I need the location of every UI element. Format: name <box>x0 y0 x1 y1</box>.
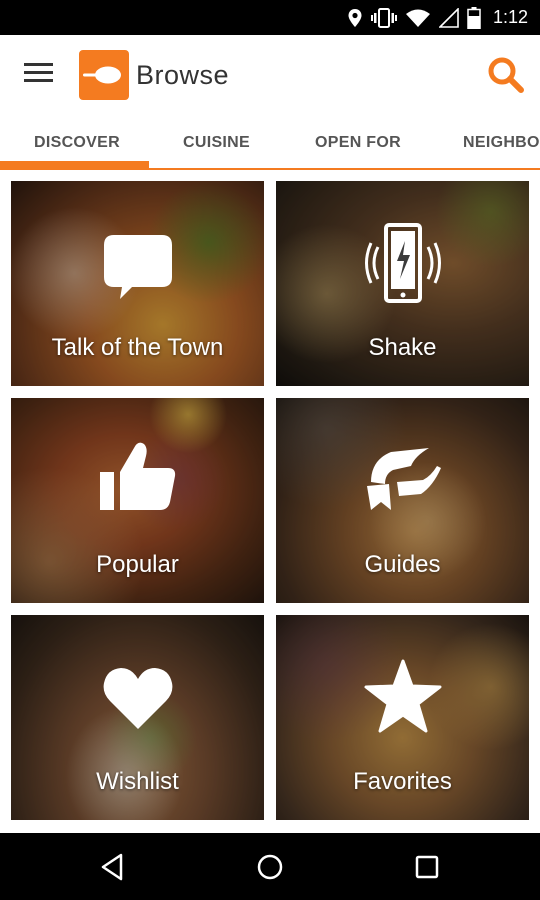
battery-icon <box>467 6 481 29</box>
home-icon[interactable] <box>254 851 286 883</box>
tab-neighborhood[interactable]: NEIGHBOR <box>463 134 540 152</box>
vibrate-icon <box>370 7 397 28</box>
app-bar: Browse <box>0 35 540 117</box>
tile-talk-of-the-town[interactable]: Talk of the Town <box>11 181 264 386</box>
back-icon[interactable] <box>97 851 129 883</box>
tab-cuisine[interactable]: CUISINE <box>183 134 250 152</box>
tile-label: Talk of the Town <box>51 334 224 361</box>
tile-popular[interactable]: Popular <box>11 398 264 603</box>
speech-bubble-icon <box>103 235 172 299</box>
phone-shake-icon <box>364 223 441 303</box>
tile-label: Guides <box>364 551 441 578</box>
status-icons: 1:12 <box>347 0 528 35</box>
hamburger-menu-icon[interactable] <box>24 63 56 89</box>
signal-icon <box>438 7 459 28</box>
browse-grid: Talk of the Town Shake Popular Guides Wi… <box>0 170 540 833</box>
system-nav-bar <box>0 833 540 900</box>
recents-icon[interactable] <box>411 851 443 883</box>
tile-label: Shake <box>368 334 437 361</box>
tile-wishlist[interactable]: Wishlist <box>11 615 264 820</box>
location-icon <box>348 8 362 27</box>
star-icon <box>364 659 441 733</box>
page-title: Browse <box>136 60 230 90</box>
opentable-logo-icon <box>79 50 129 100</box>
tile-guides[interactable]: Guides <box>276 398 529 603</box>
tab-bar: DISCOVER CUISINE OPEN FOR NEIGHBOR <box>0 117 540 170</box>
tile-shake[interactable]: Shake <box>276 181 529 386</box>
thumbs-up-icon <box>99 442 175 510</box>
search-icon[interactable] <box>486 55 526 95</box>
tab-discover[interactable]: DISCOVER <box>34 134 120 152</box>
guide-map-icon <box>366 448 441 510</box>
tile-favorites[interactable]: Favorites <box>276 615 529 820</box>
wifi-icon <box>405 9 430 27</box>
tile-label: Popular <box>96 551 179 578</box>
tile-label: Favorites <box>353 768 452 795</box>
tab-selected-indicator <box>0 161 149 168</box>
status-time: 1:12 <box>492 7 528 27</box>
tile-label: Wishlist <box>96 768 179 795</box>
heart-icon <box>103 668 172 729</box>
status-bar: 1:12 <box>0 0 540 35</box>
tab-open-for[interactable]: OPEN FOR <box>315 134 401 152</box>
